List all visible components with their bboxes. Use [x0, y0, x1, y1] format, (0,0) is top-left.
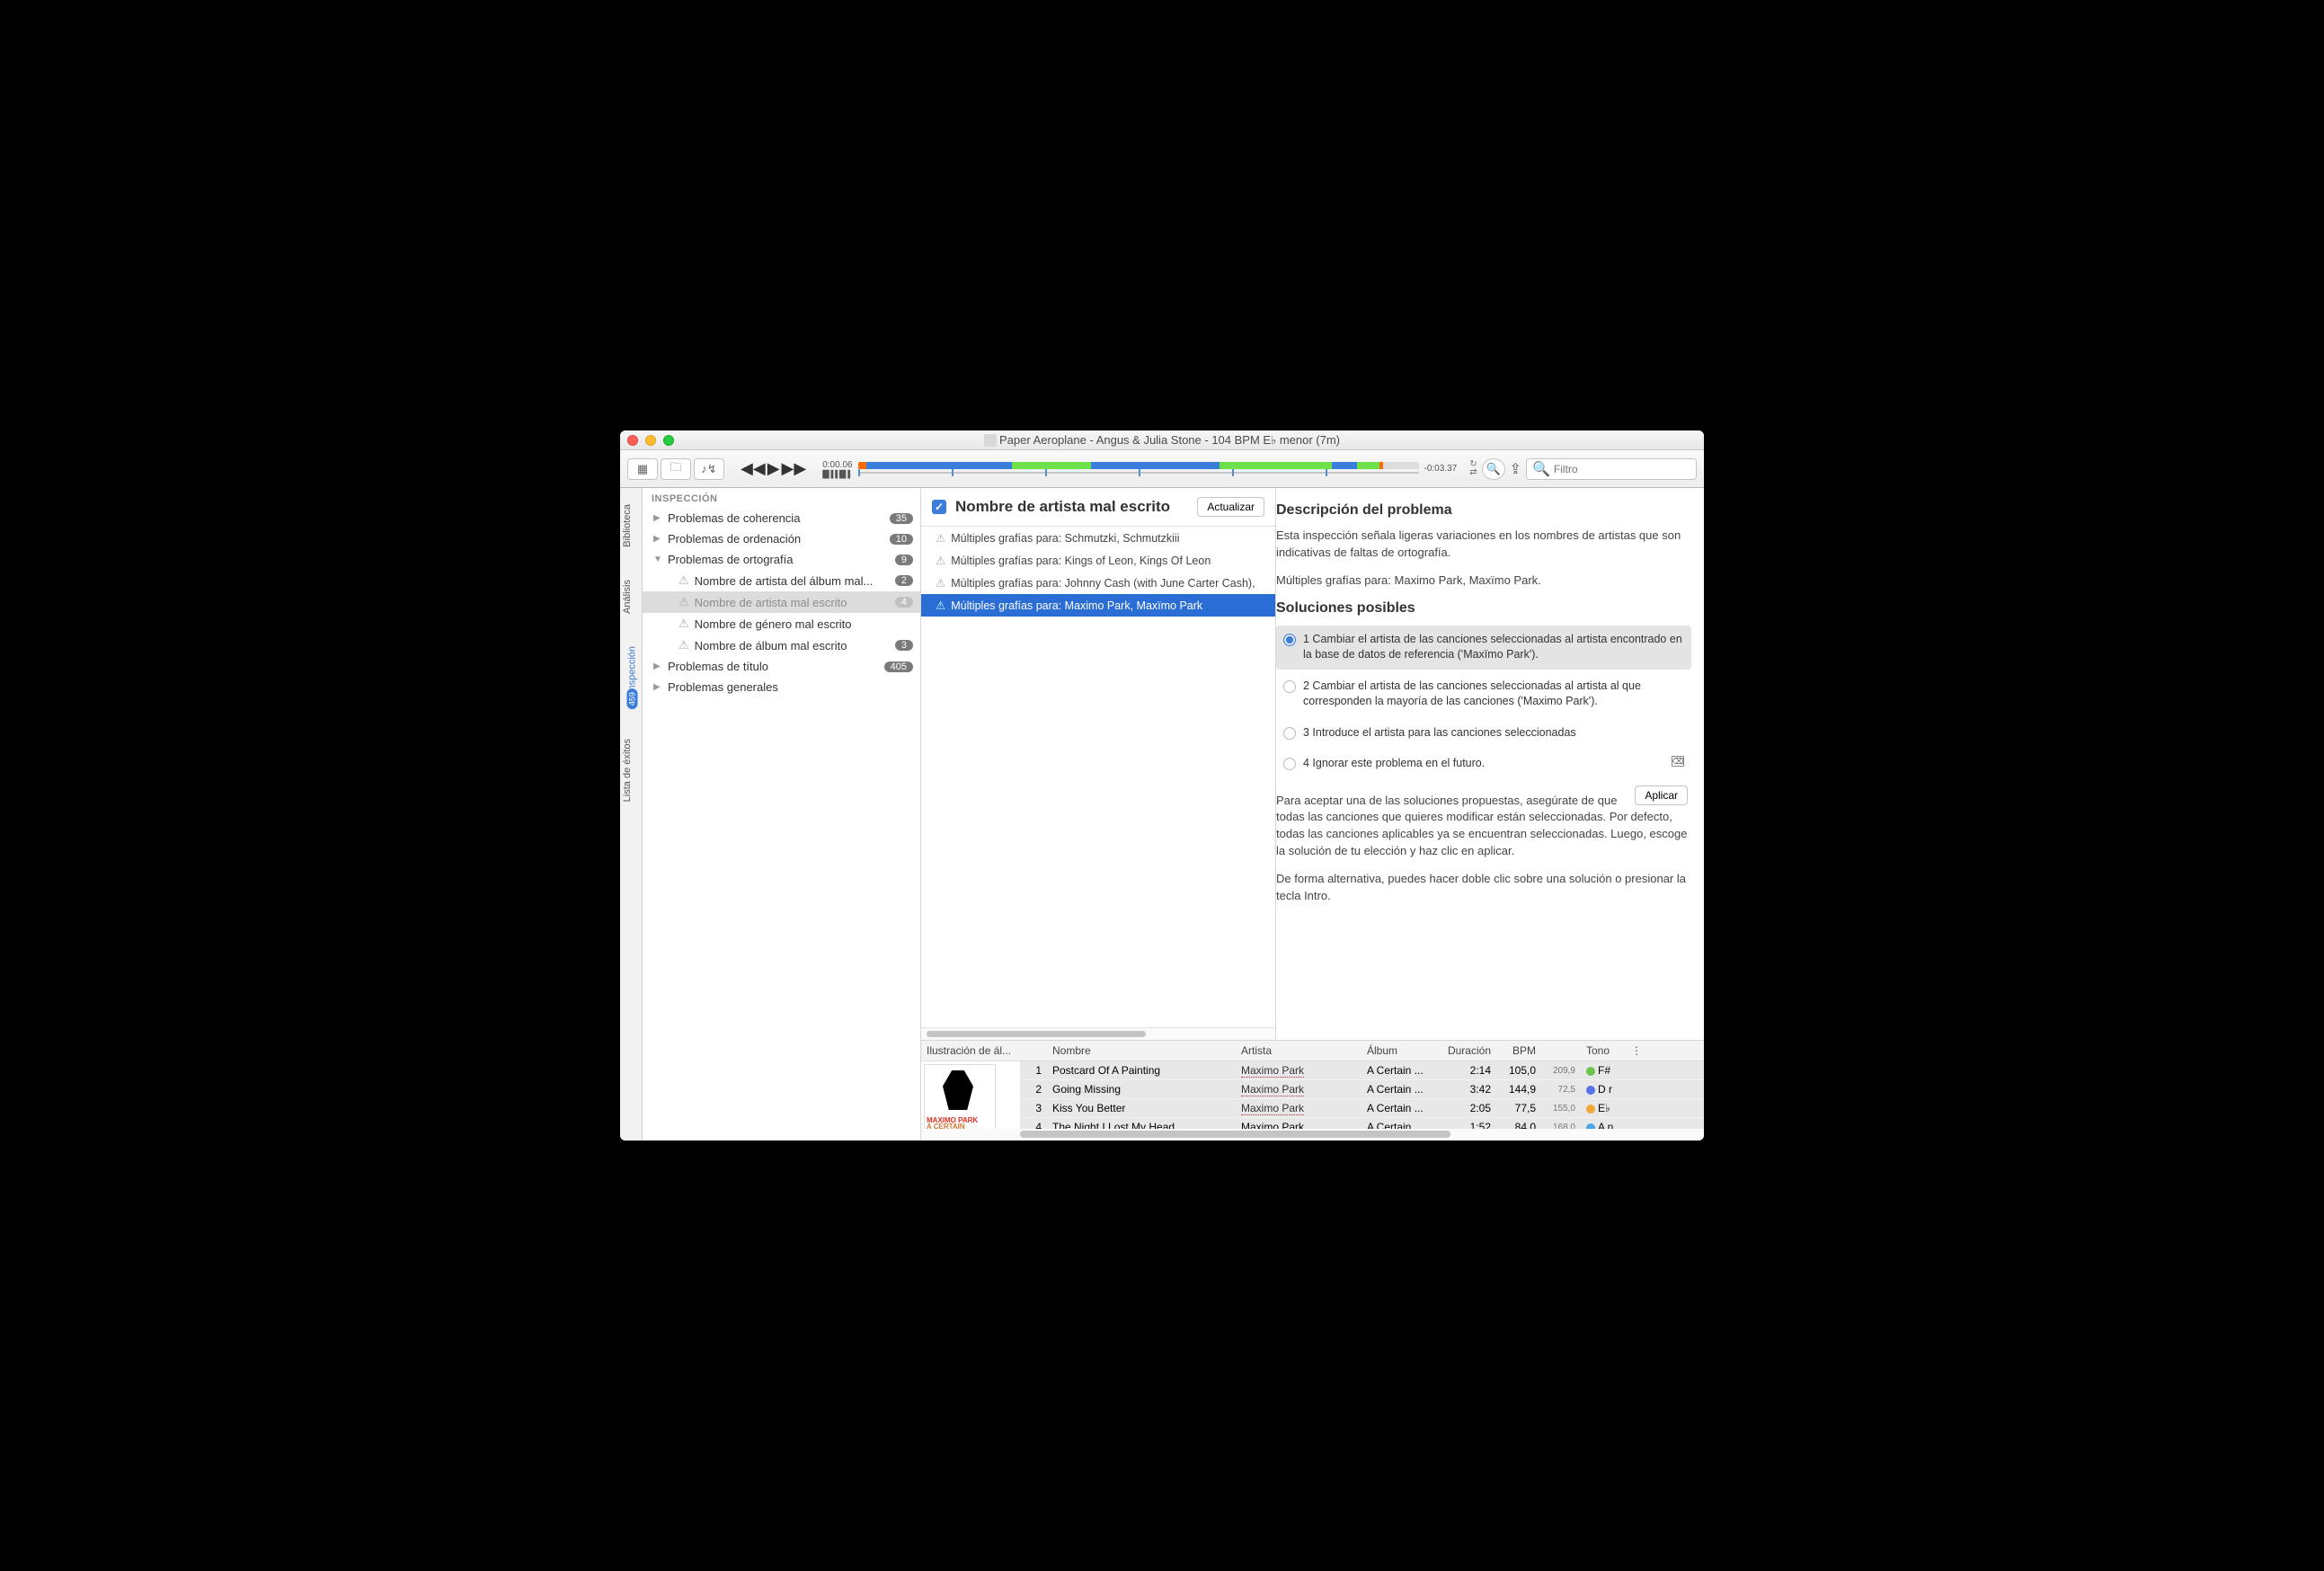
left-tab-análisis[interactable]: Análisis	[620, 564, 642, 630]
album-artwork: MAXIMO PARKA CERTAIN	[924, 1064, 996, 1129]
table-row[interactable]: 4The Night I Lost My HeadMaximo ParkA Ce…	[1020, 1118, 1704, 1129]
shuffle-view-button[interactable]: ♪↯	[694, 458, 724, 480]
sidebar-child-item[interactable]: ⚠Nombre de género mal escrito	[643, 613, 920, 635]
col-bpm[interactable]: BPM	[1496, 1041, 1541, 1061]
filter-input[interactable]	[1554, 463, 1693, 475]
issue-item[interactable]: ⚠Múltiples grafías para: Kings of Leon, …	[921, 549, 1275, 572]
left-tab-lista-de-éxitos[interactable]: Lista de éxitos	[620, 723, 642, 818]
close-window-icon[interactable]	[627, 435, 638, 446]
sidebar-item[interactable]: ▼Problemas de ortografía9	[643, 549, 920, 570]
remaining-time: -0:03.37	[1424, 464, 1458, 474]
table-scrollbar[interactable]	[921, 1129, 1704, 1141]
minimize-window-icon[interactable]	[645, 435, 656, 446]
solution-option[interactable]: 3 Introduce el artista para las cancione…	[1276, 719, 1691, 748]
window-controls[interactable]	[627, 435, 674, 446]
prev-track-button[interactable]: ◀◀	[741, 459, 766, 478]
update-button[interactable]: Actualizar	[1197, 497, 1264, 517]
problem-description-heading: Descripción del problema	[1276, 502, 1691, 519]
left-tab-biblioteca[interactable]: Biblioteca	[620, 488, 642, 564]
issue-item[interactable]: ⚠Múltiples grafías para: Johnny Cash (wi…	[921, 572, 1275, 594]
mid-scrollbar[interactable]	[921, 1027, 1275, 1040]
solution-option[interactable]: 2 Cambiar el artista de las canciones se…	[1276, 672, 1691, 716]
table-header[interactable]: Ilustración de ál... Nombre Artista Álbu…	[921, 1041, 1704, 1061]
play-button[interactable]: ▶	[767, 459, 780, 478]
col-key[interactable]: Tono	[1581, 1041, 1626, 1061]
folder-view-button[interactable]: 🗀	[661, 458, 691, 480]
col-artwork[interactable]: Ilustración de ál...	[921, 1041, 1020, 1061]
artwork-view-button[interactable]: ▦	[627, 458, 658, 480]
col-artist[interactable]: Artista	[1236, 1041, 1362, 1061]
sidebar-child-item[interactable]: ⚠Nombre de artista del álbum mal...2	[643, 570, 920, 591]
progress-bar[interactable]	[858, 458, 1419, 480]
radio-icon[interactable]	[1283, 727, 1296, 740]
help-text-1: Para aceptar una de las soluciones propu…	[1276, 793, 1691, 860]
search-tool-button[interactable]: 🔍	[1482, 458, 1505, 480]
table-row[interactable]: 1Postcard Of A PaintingMaximo ParkA Cert…	[1020, 1061, 1704, 1080]
solutions-heading: Soluciones posibles	[1276, 600, 1691, 617]
repeat-button[interactable]: ↻⇄	[1469, 461, 1477, 476]
zoom-window-icon[interactable]	[663, 435, 674, 446]
sidebar-item[interactable]: ▶Problemas de coherencia35	[643, 508, 920, 528]
radio-icon[interactable]	[1283, 680, 1296, 693]
filter-search[interactable]: 🔍	[1526, 458, 1697, 480]
barcode-icon: █▌▌▌█▌▌	[822, 471, 852, 478]
col-name[interactable]: Nombre	[1047, 1041, 1236, 1061]
issue-item[interactable]: ⚠Múltiples grafías para: Schmutzki, Schm…	[921, 527, 1275, 549]
table-row[interactable]: 3Kiss You BetterMaximo ParkA Certain ...…	[1020, 1099, 1704, 1118]
inspection-title: Nombre de artista mal escrito	[955, 498, 1188, 516]
solution-option[interactable]: 1 Cambiar el artista de las canciones se…	[1276, 626, 1691, 670]
col-duration[interactable]: Duración	[1433, 1041, 1496, 1061]
solution-option[interactable]: 4 Ignorar este problema en el futuro.⌫	[1276, 750, 1691, 778]
sidebar-item[interactable]: ▶Problemas de ordenación10	[643, 528, 920, 549]
radio-icon[interactable]	[1283, 634, 1296, 646]
problem-description-text: Esta inspección señala ligeras variacion…	[1276, 528, 1691, 562]
more-columns-icon[interactable]: ⋮	[1626, 1041, 1638, 1061]
sidebar-child-item[interactable]: ⚠Nombre de álbum mal escrito3	[643, 635, 920, 656]
app-doc-icon	[984, 434, 997, 447]
radio-icon[interactable]	[1283, 758, 1296, 770]
table-row[interactable]: 2Going MissingMaximo ParkA Certain ...3:…	[1020, 1080, 1704, 1099]
share-button[interactable]: ⇪	[1510, 460, 1521, 478]
help-text-2: De forma alternativa, puedes hacer doble…	[1276, 871, 1691, 905]
left-tab-inspección[interactable]: 459Inspección	[620, 630, 642, 723]
elapsed-time: 0:00.06	[822, 460, 852, 470]
sidebar-item[interactable]: ▶Problemas generales	[643, 677, 920, 697]
sidebar-heading: INSPECCIÓN	[643, 488, 920, 508]
window-title: Paper Aeroplane - Angus & Julia Stone - …	[674, 433, 1650, 448]
search-icon: 🔍	[1532, 460, 1550, 478]
apply-button[interactable]: Aplicar	[1635, 786, 1688, 805]
problem-example-text: Múltiples grafías para: Maximo Park, Max…	[1276, 572, 1691, 590]
sidebar-child-item[interactable]: ⚠Nombre de artista mal escrito4	[643, 591, 920, 613]
delete-icon[interactable]: ⌫	[1672, 756, 1684, 767]
issue-item[interactable]: ⚠Múltiples grafías para: Maximo Park, Ma…	[921, 594, 1275, 617]
next-track-button[interactable]: ▶▶	[782, 459, 807, 478]
col-album[interactable]: Álbum	[1362, 1041, 1433, 1061]
sidebar-item[interactable]: ▶Problemas de título405	[643, 656, 920, 677]
inspection-enabled-checkbox[interactable]: ✓	[932, 500, 946, 514]
